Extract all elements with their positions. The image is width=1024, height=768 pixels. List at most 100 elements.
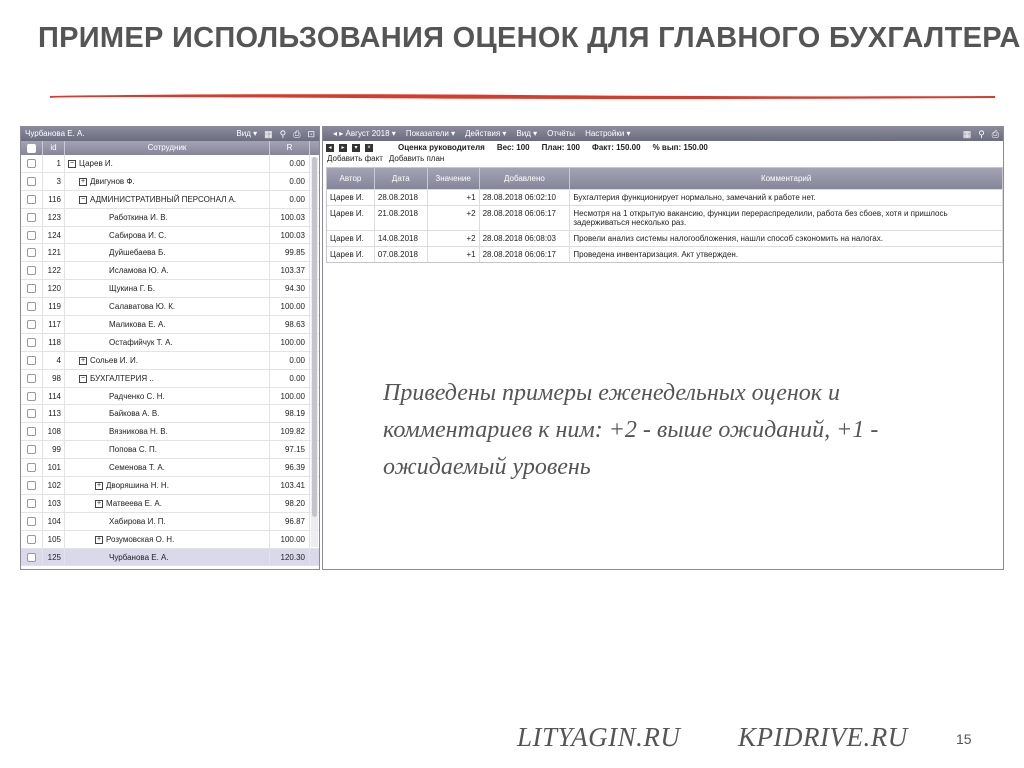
- row-checkbox-cell[interactable]: [21, 387, 43, 405]
- column-header-value[interactable]: Значение: [428, 168, 480, 189]
- tree-row[interactable]: 1− Царев И. 0.00: [21, 155, 319, 173]
- row-checkbox[interactable]: [27, 355, 36, 365]
- tree-row[interactable]: 3 + Двигунов Ф. 0.00: [21, 172, 319, 191]
- grid-icon[interactable]: ▦: [963, 127, 972, 141]
- row-checkbox[interactable]: [27, 230, 36, 240]
- reports-menu[interactable]: Отчёты: [547, 127, 575, 141]
- row-checkbox-cell[interactable]: [21, 351, 43, 369]
- row-checkbox[interactable]: [27, 552, 36, 562]
- evaluation-row[interactable]: Царев И. 28.08.2018 +1 28.08.2018 06:02:10 Б…: [327, 189, 1003, 205]
- row-checkbox[interactable]: [27, 302, 36, 312]
- row-checkbox[interactable]: [27, 212, 36, 222]
- tree-row[interactable]: 4 + Сольев И. И. 0.00: [21, 351, 319, 370]
- row-checkbox[interactable]: [27, 427, 36, 437]
- row-checkbox-cell[interactable]: [21, 530, 43, 548]
- row-checkbox[interactable]: [27, 266, 36, 276]
- column-header-comment[interactable]: Комментарий: [570, 168, 1003, 189]
- tree-row[interactable]: 118 Остафийчук Т. А. 100.00: [21, 333, 319, 352]
- tree-row[interactable]: 120 Щукина Г. Б. 94.30: [21, 280, 319, 299]
- row-checkbox[interactable]: [27, 516, 36, 526]
- print-icon[interactable]: ⎙: [992, 127, 999, 141]
- tree-row[interactable]: 114 Радченко С. Н. 100.00: [21, 387, 319, 406]
- row-checkbox-cell[interactable]: [21, 226, 43, 244]
- collapse-icon[interactable]: ▾: [352, 144, 360, 152]
- period-selector[interactable]: ◂ ▸ Август 2018 ▾: [333, 127, 396, 141]
- row-checkbox-cell[interactable]: [21, 494, 43, 512]
- print-icon[interactable]: ⎙: [293, 127, 300, 141]
- tree-row[interactable]: 102 + Дворяшина Н. Н. 103.41: [21, 477, 319, 495]
- tree-row[interactable]: 108 Вязникова Н. В. 109.82: [21, 423, 319, 442]
- column-header-date[interactable]: Дата: [375, 168, 428, 189]
- select-all-checkbox[interactable]: [27, 143, 36, 153]
- tree-row[interactable]: 101 Семенова Т. А. 96.39: [21, 459, 319, 478]
- row-checkbox-cell[interactable]: [21, 155, 43, 172]
- close-icon[interactable]: ×: [365, 144, 373, 152]
- tree-row[interactable]: 123 Работкина И. В. 100.03: [21, 208, 319, 227]
- column-header-added[interactable]: Добавлено: [480, 168, 571, 189]
- row-checkbox[interactable]: [27, 176, 36, 186]
- row-checkbox-cell[interactable]: [21, 423, 43, 441]
- row-checkbox[interactable]: [27, 194, 36, 204]
- collapse-icon[interactable]: −: [79, 374, 87, 383]
- column-header-rating[interactable]: R: [270, 141, 310, 155]
- column-header-author[interactable]: Автор: [327, 168, 375, 189]
- footer-site-link[interactable]: LITYAGIN.RU: [517, 722, 680, 753]
- footer-site-link[interactable]: KPIDRIVE.RU: [738, 722, 908, 753]
- tree-row[interactable]: 99 Попова С. П. 97.15: [21, 441, 319, 460]
- indicators-menu[interactable]: Показатели ▾: [406, 127, 455, 141]
- row-checkbox[interactable]: [27, 158, 36, 168]
- row-checkbox[interactable]: [27, 337, 36, 347]
- row-checkbox-cell[interactable]: [21, 369, 43, 387]
- add-fact-button[interactable]: Добавить факт: [327, 154, 383, 163]
- evaluation-row[interactable]: Царев И. 21.08.2018 +2 28.08.2018 06:06:17 Н…: [327, 205, 1003, 230]
- row-checkbox-cell[interactable]: [21, 459, 43, 477]
- tree-row[interactable]: 113 Байкова А. В. 98.19: [21, 405, 319, 424]
- collapse-icon[interactable]: −: [79, 195, 87, 204]
- row-checkbox-cell[interactable]: [21, 477, 43, 494]
- row-checkbox[interactable]: [27, 391, 36, 401]
- row-checkbox-cell[interactable]: [21, 280, 43, 298]
- next-record-icon[interactable]: ▸: [339, 144, 347, 152]
- expand-icon[interactable]: +: [79, 356, 87, 365]
- row-checkbox-cell[interactable]: [21, 441, 43, 459]
- export-icon[interactable]: ⊡: [307, 127, 315, 141]
- search-icon[interactable]: ⚲: [280, 127, 287, 141]
- row-checkbox[interactable]: [27, 463, 36, 473]
- evaluation-row[interactable]: Царев И. 14.08.2018 +2 28.08.2018 06:08:03 П…: [327, 230, 1003, 246]
- grid-icon[interactable]: ▦: [264, 127, 273, 141]
- actions-menu[interactable]: Действия ▾: [465, 127, 506, 141]
- tree-row[interactable]: 116− АДМИНИСТРАТИВНЫЙ ПЕРСОНАЛ А. 0.00: [21, 190, 319, 209]
- row-checkbox-cell[interactable]: [21, 172, 43, 190]
- tree-row[interactable]: 125 Чурбанова Е. А. 120.30: [21, 548, 319, 567]
- tree-scrollbar[interactable]: [311, 157, 318, 547]
- row-checkbox-cell[interactable]: [21, 333, 43, 351]
- row-checkbox-cell[interactable]: [21, 262, 43, 280]
- row-checkbox-cell[interactable]: [21, 208, 43, 226]
- tree-row[interactable]: 117 Маликова Е. А. 98.63: [21, 316, 319, 334]
- evaluation-row[interactable]: Царев И. 07.08.2018 +1 28.08.2018 06:06:17 П…: [327, 246, 1003, 262]
- tree-row[interactable]: 121 Дуйшебаева Б. 99.85: [21, 244, 319, 263]
- expand-icon[interactable]: +: [95, 499, 103, 508]
- tree-row[interactable]: 98− БУХГАЛТЕРИЯ .. 0.00: [21, 369, 319, 388]
- view-menu[interactable]: Вид ▾: [516, 127, 537, 141]
- row-checkbox[interactable]: [27, 534, 36, 544]
- expand-icon[interactable]: +: [95, 481, 103, 490]
- row-checkbox-cell[interactable]: [21, 244, 43, 262]
- tree-row[interactable]: 105 + Розумовская О. Н. 100.00: [21, 530, 319, 549]
- tree-row[interactable]: 124 Сабирова И. С. 100.03: [21, 226, 319, 245]
- tree-row[interactable]: 103 + Матвеева Е. А. 98.20: [21, 494, 319, 513]
- view-menu-button[interactable]: Вид ▾: [236, 127, 257, 141]
- expand-icon[interactable]: +: [95, 535, 103, 544]
- settings-menu[interactable]: Настройки ▾: [585, 127, 630, 141]
- tree-row[interactable]: 122 Исламова Ю. А. 103.37: [21, 262, 319, 281]
- row-checkbox[interactable]: [27, 445, 36, 455]
- row-checkbox-cell[interactable]: [21, 190, 43, 208]
- search-icon[interactable]: ⚲: [978, 127, 985, 141]
- column-header-id[interactable]: id: [43, 141, 65, 155]
- tree-row[interactable]: 119 Салаватова Ю. К. 100.00: [21, 298, 319, 317]
- row-checkbox-cell[interactable]: [21, 298, 43, 316]
- tree-row[interactable]: 104 Хабирова И. П. 96.87: [21, 512, 319, 531]
- add-plan-button[interactable]: Добавить план: [389, 154, 444, 163]
- row-checkbox-cell[interactable]: [21, 405, 43, 423]
- row-checkbox[interactable]: [27, 373, 36, 383]
